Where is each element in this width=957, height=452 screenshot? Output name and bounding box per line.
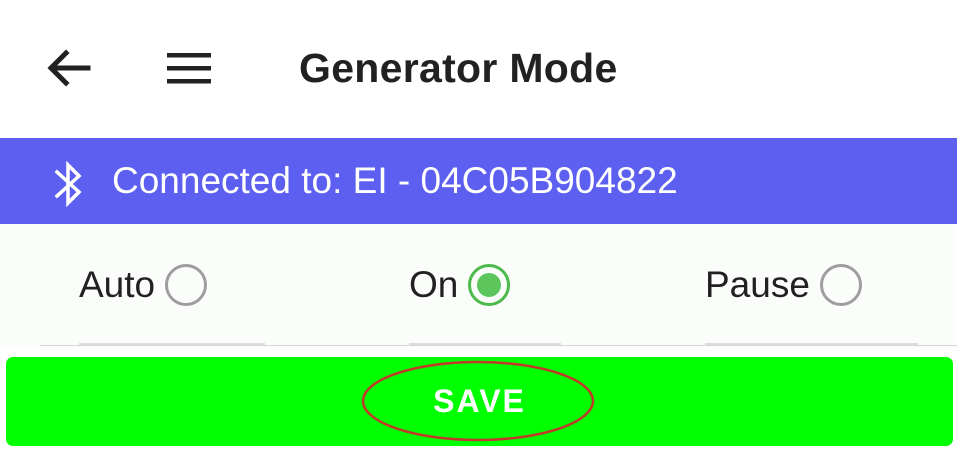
hamburger-menu-icon <box>167 53 211 84</box>
divider <box>40 345 957 346</box>
mode-option-pause[interactable]: Pause <box>705 255 862 315</box>
radio-on[interactable] <box>468 264 511 306</box>
app-bar: Generator Mode <box>0 0 957 138</box>
save-highlight-ellipse <box>361 360 595 442</box>
connection-status-text: Connected to: EI - 04C05B904822 <box>112 160 678 201</box>
radio-selected-dot <box>477 273 502 297</box>
radio-pause[interactable] <box>819 264 862 306</box>
page-title: Generator Mode <box>299 45 618 91</box>
bluetooth-icon <box>54 160 82 208</box>
mode-option-label: Auto <box>79 264 156 305</box>
mode-option-label: Pause <box>705 264 810 305</box>
radio-auto[interactable] <box>165 264 208 306</box>
back-button[interactable] <box>40 42 96 94</box>
menu-button[interactable] <box>160 42 218 94</box>
arrow-left-icon <box>47 49 91 87</box>
mode-option-label: On <box>409 264 459 305</box>
mode-option-auto[interactable]: Auto <box>79 255 208 315</box>
mode-option-on[interactable]: On <box>409 255 511 315</box>
